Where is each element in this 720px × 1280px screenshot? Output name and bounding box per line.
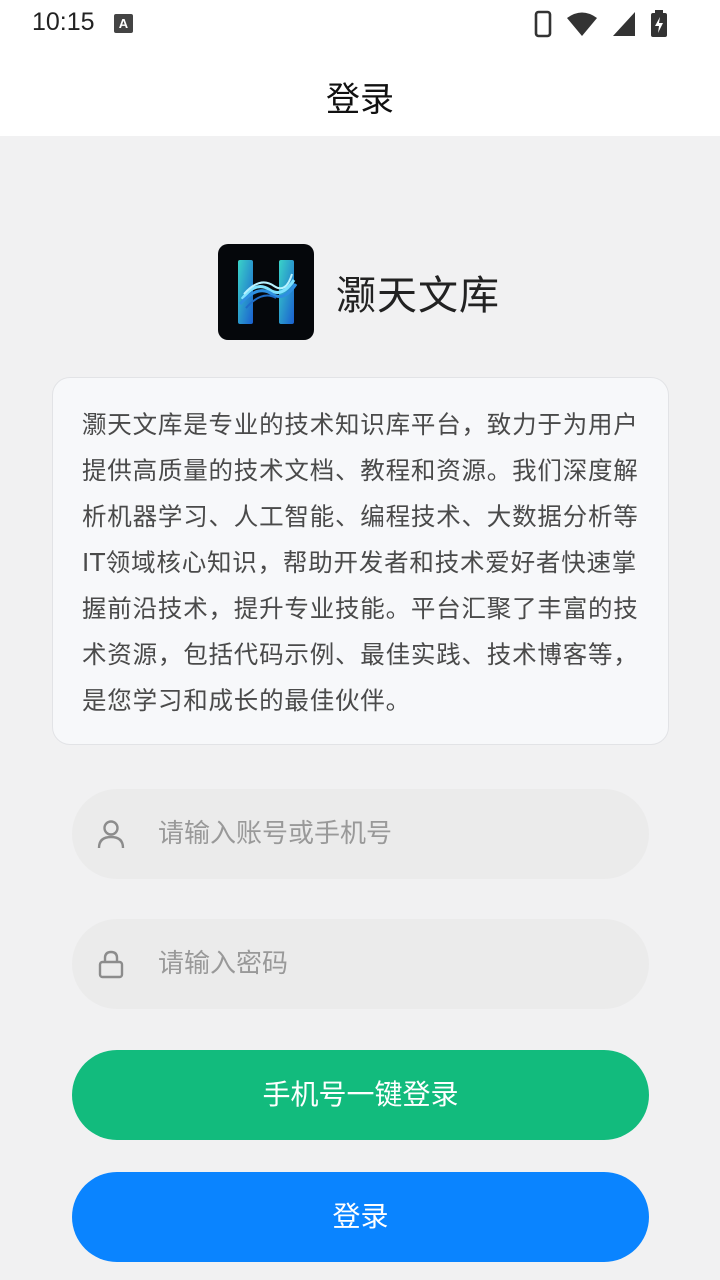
status-bar: 10:15 A [0,0,720,48]
account-input[interactable] [158,789,618,879]
wifi-icon [567,12,597,36]
phone-quick-login-button[interactable]: 手机号一键登录 [72,1050,649,1140]
header-bar: 登录 [0,48,720,136]
status-time: 10:15 [32,8,95,36]
account-field[interactable] [72,789,649,879]
password-input[interactable] [158,919,618,1009]
app-brand: 灏天文库 [218,244,500,340]
cellular-signal-icon [613,12,635,36]
keyboard-indicator-icon: A [114,14,133,33]
h-logo-icon [218,244,314,340]
battery-charging-icon [651,10,667,37]
phone-icon [534,10,552,38]
intro-card: 灏天文库是专业的技术知识库平台，致力于为用户提供高质量的技术文档、教程和资源。我… [52,377,669,745]
intro-text: 灏天文库是专业的技术知识库平台，致力于为用户提供高质量的技术文档、教程和资源。我… [82,410,639,715]
page-title: 登录 [326,80,394,120]
password-field[interactable] [72,919,649,1009]
status-icons [534,10,668,38]
login-button[interactable]: 登录 [72,1172,649,1262]
lock-icon [98,950,124,979]
app-name: 灏天文库 [336,273,500,319]
user-icon [97,820,125,849]
